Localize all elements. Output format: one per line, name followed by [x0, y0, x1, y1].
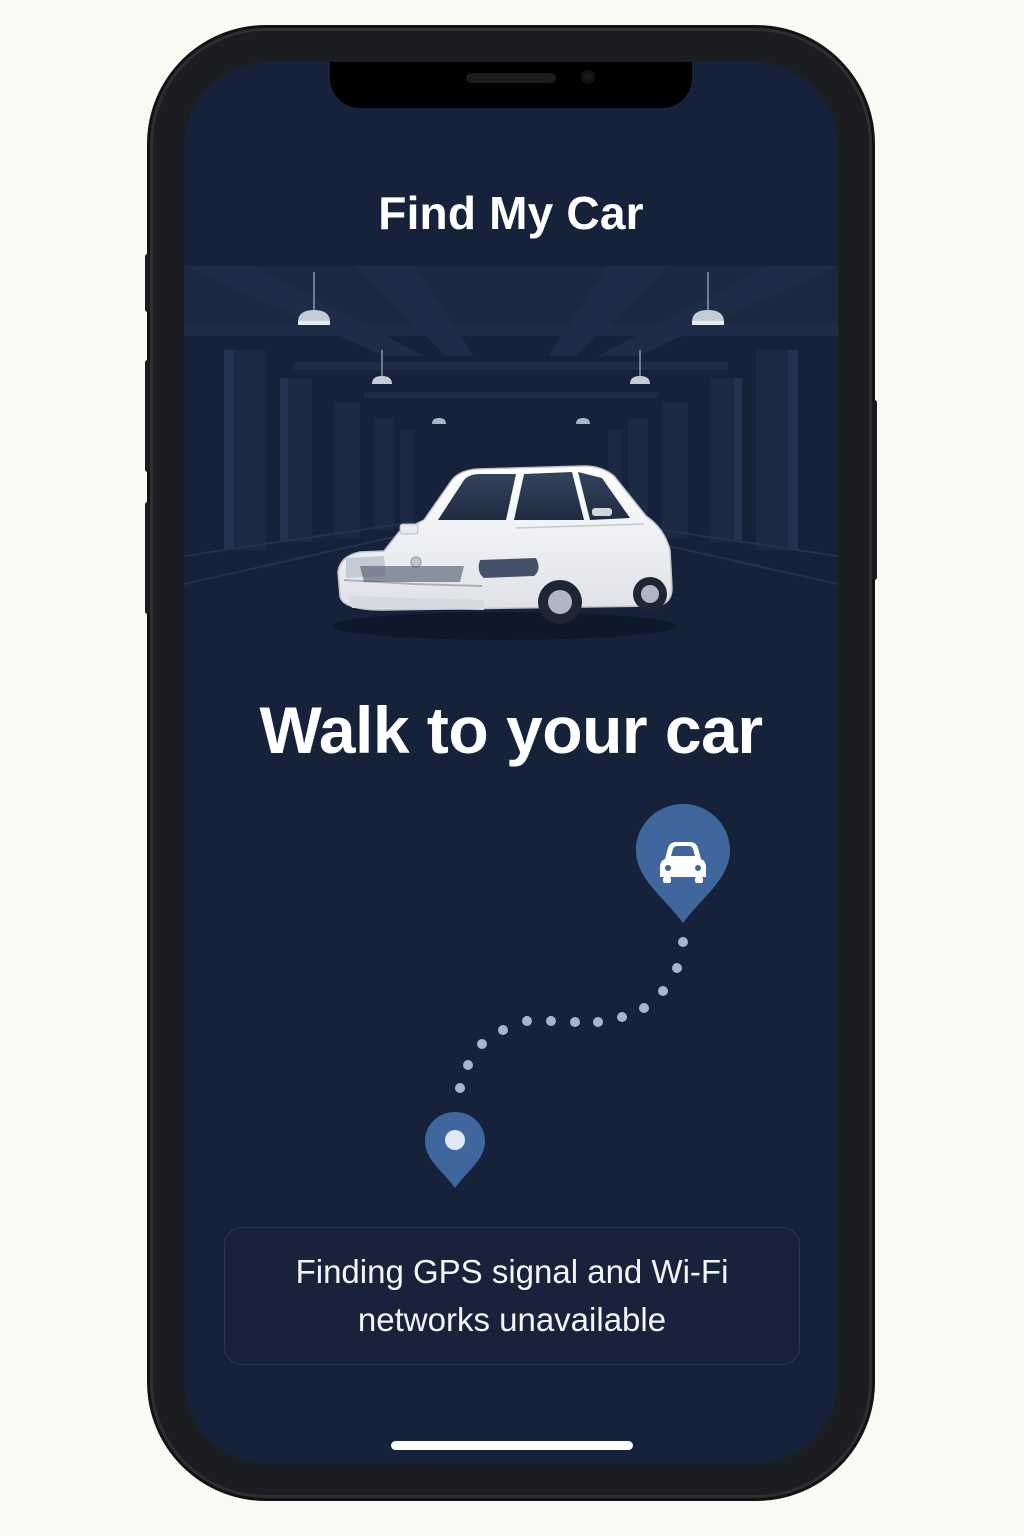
- location-pin-icon: [425, 1112, 485, 1188]
- app-screen: Find My Car Walk to your car Finding GPS…: [184, 62, 838, 1464]
- volume-down-button: [145, 502, 150, 614]
- route-map: [425, 804, 730, 1188]
- app-title: Find My Car: [378, 187, 644, 239]
- status-card: Finding GPS signal and Wi-Fi networks un…: [224, 1227, 800, 1365]
- home-indicator[interactable]: [391, 1441, 633, 1450]
- parking-garage-scene: [184, 266, 838, 666]
- phone-frame: Find My Car Walk to your car Finding GPS…: [145, 28, 877, 1498]
- car-pin-icon: [636, 804, 730, 923]
- walk-instruction: Walk to your car: [259, 693, 763, 767]
- notch: [330, 62, 692, 108]
- status-message: Finding GPS signal and Wi-Fi networks un…: [295, 1253, 729, 1338]
- side-button: [872, 400, 877, 580]
- speaker-grille: [466, 73, 556, 83]
- volume-up-button: [145, 360, 150, 472]
- route-dots: [455, 937, 688, 1093]
- front-camera: [581, 70, 595, 84]
- silent-switch: [145, 254, 150, 312]
